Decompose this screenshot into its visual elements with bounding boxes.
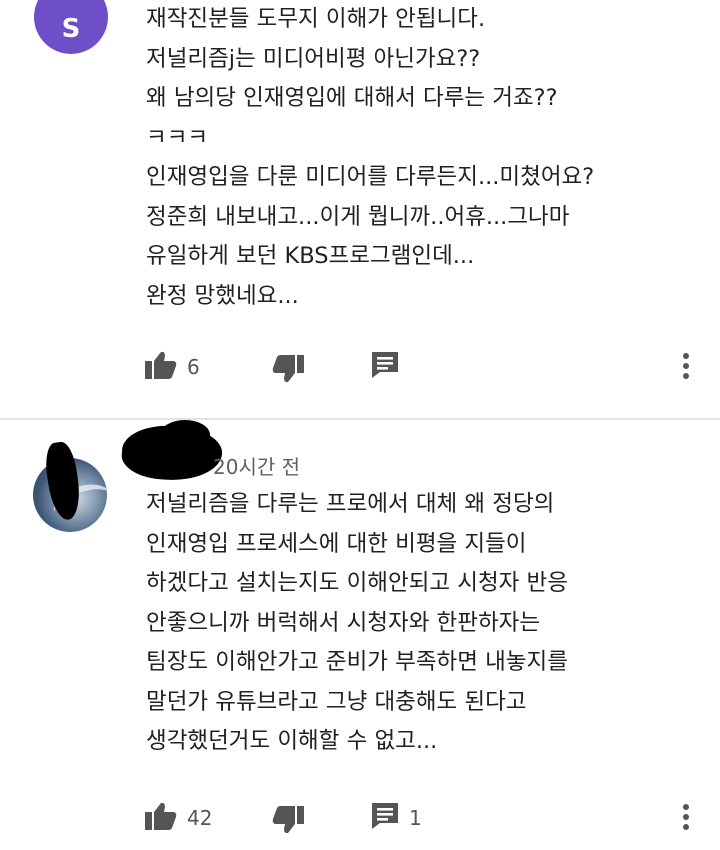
dislike-button[interactable] <box>272 351 304 391</box>
reply-button[interactable] <box>371 347 409 387</box>
comment-line: 정준희 내보내고...이게 뭡니까..어휴...그나마 <box>146 203 570 230</box>
comment-actions: 6 <box>0 347 720 387</box>
redaction-mark <box>160 420 210 450</box>
more-vert-icon[interactable] <box>682 804 690 834</box>
avatar-letter: S <box>61 14 81 44</box>
reply-icon <box>371 802 399 834</box>
more-vert-icon[interactable] <box>682 353 690 383</box>
thumbs-up-icon <box>145 351 177 383</box>
comment-line: 재작진분들 도무지 이해가 안됩니다. <box>146 6 486 32</box>
author-avatar[interactable]: S <box>34 0 108 54</box>
comment-line: 완정 망했네요... <box>146 282 299 309</box>
comment-1: S 재작진분들 도무지 이해가 안됩니다. 저널리즘j는 미디어비평 아닌가요??… <box>0 0 720 395</box>
comment-line: 유일하게 보던 KBS프로그램인데... <box>146 243 475 269</box>
comment-line: 하겠다고 설치는지도 이해안되고 시청자 반응 <box>146 570 568 596</box>
comment-line: 왜 남의당 인재영입에 대해서 다루는 거죠?? <box>146 85 558 111</box>
comment-line: 안좋으니까 버럭해서 시청자와 한판하자는 <box>146 609 541 636</box>
comment-line: 인재영입 프로세스에 대한 비평을 지들이 <box>146 530 527 557</box>
comment-text: 재작진분들 도무지 이해가 안됩니다. 저널리즘j는 미디어비평 아닌가요?? 왜 … <box>146 0 594 316</box>
reply-icon <box>371 351 399 383</box>
reply-count: 1 <box>409 806 422 830</box>
reply-button[interactable]: 1 <box>371 798 422 838</box>
thumbs-up-icon <box>145 802 177 834</box>
thumbs-down-icon <box>272 355 304 387</box>
comment-timestamp: 20시간 전 <box>213 455 301 479</box>
like-button[interactable]: 6 <box>145 347 200 387</box>
comment-2: 20시간 전 저널리즘을 다루는 프로에서 대체 왜 정당의인재영입 프로세스에… <box>0 420 720 850</box>
like-count: 42 <box>187 806 213 830</box>
comment-text: 저널리즘을 다루는 프로에서 대체 왜 정당의인재영입 프로세스에 대한 비평을… <box>146 485 568 762</box>
like-button[interactable]: 42 <box>145 798 212 838</box>
comment-line: 저널리즘을 다루는 프로에서 대체 왜 정당의 <box>146 491 555 517</box>
comment-line: 팀장도 이해안가고 준비가 부족하면 내놓지를 <box>146 649 568 675</box>
comment-line: 생각했던거도 이해할 수 없고... <box>146 728 438 754</box>
thumbs-down-icon <box>272 806 304 838</box>
like-count: 6 <box>187 355 200 379</box>
comment-line: 인재영입을 다룬 미디어를 다루든지...미쳤어요? <box>146 164 595 190</box>
comment-line: ㅋㅋㅋ <box>146 124 209 151</box>
comment-line: 말던가 유튜브라고 그냥 대충해도 된다고 <box>146 688 527 715</box>
comment-line: 저널리즘j는 미디어비평 아닌가요?? <box>146 45 481 72</box>
dislike-button[interactable] <box>272 802 304 842</box>
comment-actions: 42 1 <box>0 798 720 838</box>
